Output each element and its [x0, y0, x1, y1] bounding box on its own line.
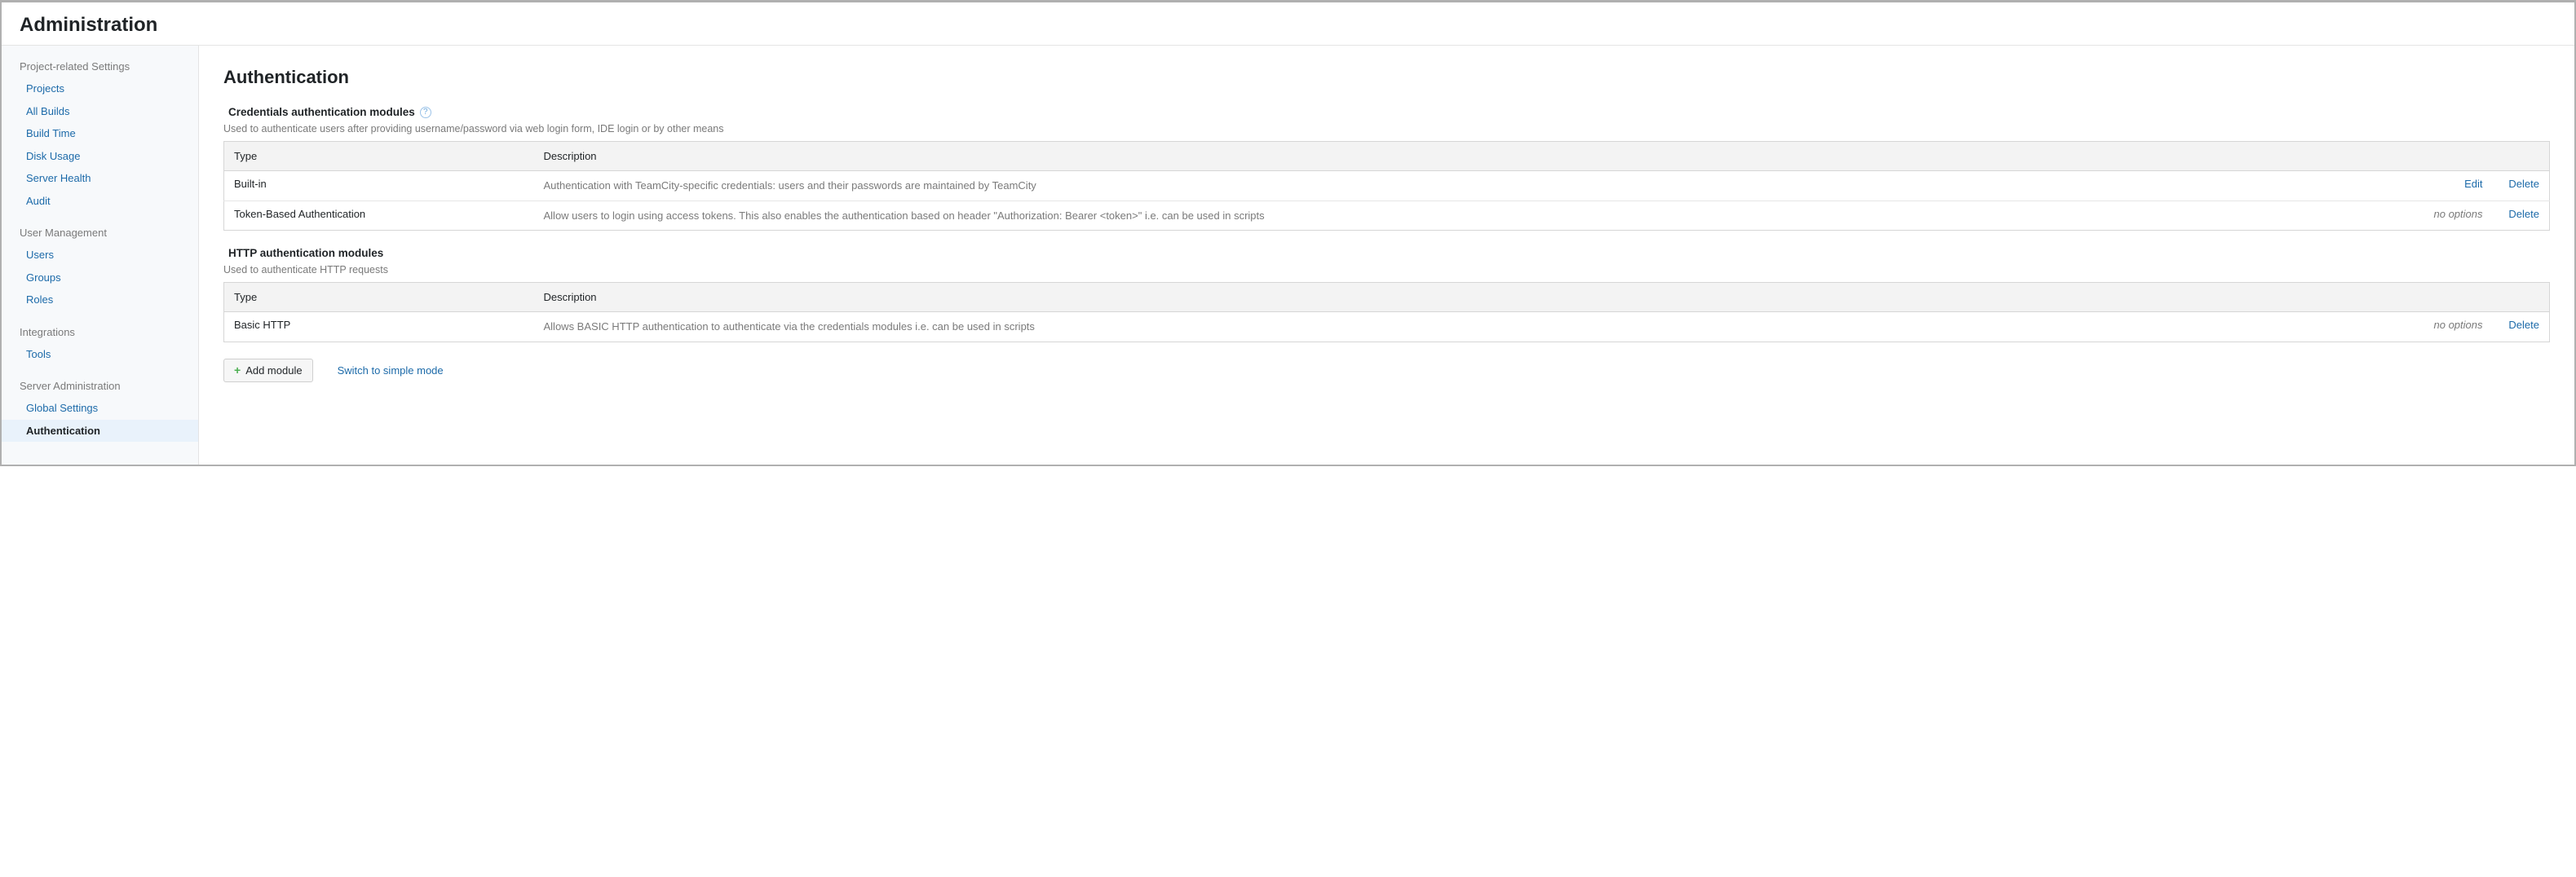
col-header-type: Type — [224, 283, 534, 312]
table-row: Basic HTTPAllows BASIC HTTP authenticati… — [224, 312, 2550, 342]
section-title-row: HTTP authentication modules — [223, 247, 2550, 259]
cell-type: Basic HTTP — [224, 312, 534, 342]
plus-icon: + — [234, 364, 241, 376]
sections-container: Credentials authentication modules? Used … — [223, 106, 2550, 342]
body-row: Project-related SettingsProjectsAll Buil… — [2, 46, 2574, 465]
auth-table: TypeDescriptionBasic HTTPAllows BASIC HT… — [223, 282, 2550, 342]
help-icon[interactable]: ? — [420, 107, 431, 118]
table-row: Built-inAuthentication with TeamCity-spe… — [224, 171, 2550, 201]
add-module-button[interactable]: + Add module — [223, 359, 313, 382]
content-title: Authentication — [223, 67, 2550, 88]
sidebar-item[interactable]: Users — [2, 244, 198, 267]
sidebar-group: User ManagementUsersGroupsRoles — [2, 227, 198, 311]
cell-type: Token-Based Authentication — [224, 201, 534, 231]
cell-opts: no options — [2419, 312, 2493, 342]
sidebar-item[interactable]: Groups — [2, 267, 198, 289]
section-title: Credentials authentication modules — [228, 106, 415, 118]
table-header-row: TypeDescription — [224, 283, 2550, 312]
sidebar-item[interactable]: All Builds — [2, 100, 198, 123]
admin-page: Administration Project-related SettingsP… — [2, 2, 2574, 465]
sidebar: Project-related SettingsProjectsAll Buil… — [2, 46, 199, 465]
table-row: Token-Based AuthenticationAllow users to… — [224, 201, 2550, 231]
auth-table: TypeDescriptionBuilt-inAuthentication wi… — [223, 141, 2550, 231]
sidebar-group: Server AdministrationGlobal SettingsAuth… — [2, 380, 198, 442]
sidebar-item[interactable]: Roles — [2, 289, 198, 311]
sidebar-group: IntegrationsTools — [2, 326, 198, 366]
main-content: Authentication Credentials authenticatio… — [199, 46, 2574, 465]
sidebar-group-title: Server Administration — [2, 380, 198, 397]
table-header-row: TypeDescription — [224, 142, 2550, 171]
cell-opts: no options — [2419, 201, 2493, 231]
sidebar-group-title: Integrations — [2, 326, 198, 343]
sidebar-item[interactable]: Tools — [2, 343, 198, 366]
sidebar-item[interactable]: Audit — [2, 190, 198, 213]
section-desc: Used to authenticate users after providi… — [223, 123, 2550, 134]
delete-link[interactable]: Delete — [2508, 178, 2539, 190]
cell-desc: Authentication with TeamCity-specific cr… — [534, 171, 2419, 201]
col-header-desc: Description — [534, 142, 2550, 171]
add-module-label: Add module — [245, 364, 302, 377]
cell-action: Delete — [2493, 312, 2550, 342]
cell-opts: Edit — [2419, 171, 2493, 201]
page-title: Administration — [20, 14, 2556, 37]
sidebar-item[interactable]: Global Settings — [2, 397, 198, 420]
cell-action: Delete — [2493, 171, 2550, 201]
sidebar-group: Project-related SettingsProjectsAll Buil… — [2, 60, 198, 212]
col-header-desc: Description — [534, 283, 2550, 312]
section-title-row: Credentials authentication modules? — [223, 106, 2550, 118]
cell-type: Built-in — [224, 171, 534, 201]
sidebar-item[interactable]: Disk Usage — [2, 145, 198, 168]
col-header-type: Type — [224, 142, 534, 171]
delete-link[interactable]: Delete — [2508, 208, 2539, 220]
sidebar-group-title: User Management — [2, 227, 198, 244]
sidebar-item[interactable]: Build Time — [2, 122, 198, 145]
cell-desc: Allow users to login using access tokens… — [534, 201, 2419, 231]
actions-row: + Add module Switch to simple mode — [223, 359, 2550, 382]
switch-mode-link[interactable]: Switch to simple mode — [338, 364, 444, 377]
sidebar-item[interactable]: Server Health — [2, 167, 198, 190]
edit-link[interactable]: Edit — [2464, 178, 2482, 190]
section-title: HTTP authentication modules — [228, 247, 383, 259]
cell-desc: Allows BASIC HTTP authentication to auth… — [534, 312, 2419, 342]
section-desc: Used to authenticate HTTP requests — [223, 264, 2550, 275]
cell-action: Delete — [2493, 201, 2550, 231]
sidebar-item[interactable]: Projects — [2, 77, 198, 100]
page-header: Administration — [2, 2, 2574, 46]
sidebar-item[interactable]: Authentication — [2, 420, 198, 443]
sidebar-group-title: Project-related Settings — [2, 60, 198, 77]
delete-link[interactable]: Delete — [2508, 319, 2539, 331]
